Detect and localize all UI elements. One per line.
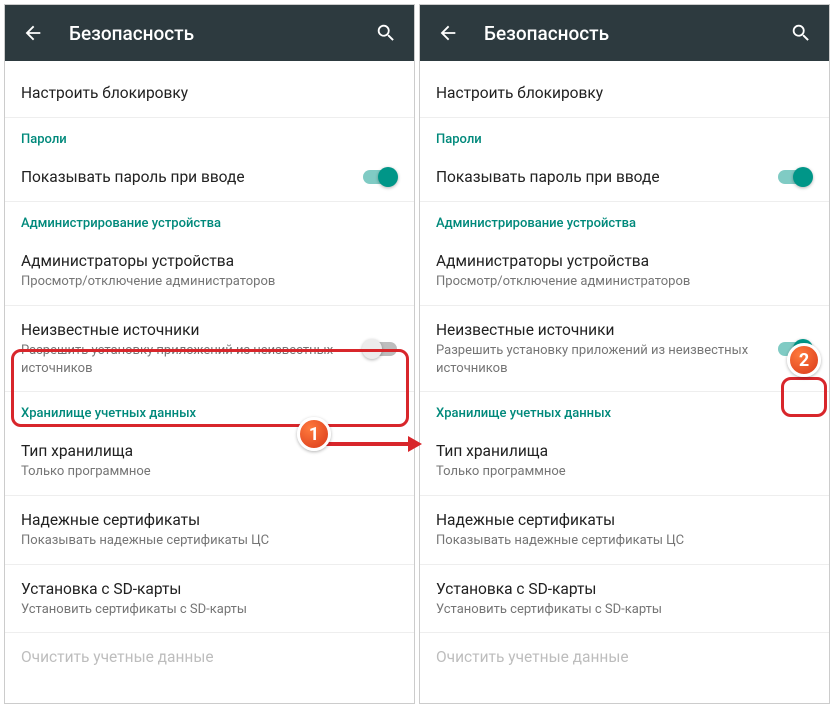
settings-list[interactable]: Настроить блокировку Пароли Показывать п… [5, 61, 414, 681]
row-unknown-sources[interactable]: Неизвестные источники Разрешить установк… [420, 306, 829, 392]
row-device-admins[interactable]: Администраторы устройства Просмотр/отклю… [5, 237, 414, 306]
search-icon[interactable] [789, 21, 813, 45]
row-storage-type[interactable]: Тип хранилища Только программное [420, 427, 829, 496]
back-icon[interactable] [21, 21, 45, 45]
toggle-show-password[interactable] [777, 167, 813, 187]
appbar: Безопасность [420, 5, 829, 61]
section-credentials: Хранилище учетных данных [420, 392, 829, 427]
row-device-admins[interactable]: Администраторы устройства Просмотр/отклю… [420, 237, 829, 306]
page-title: Безопасность [69, 22, 350, 45]
search-icon[interactable] [374, 21, 398, 45]
truncated-section-top [420, 61, 829, 69]
badge-step-2: 2 [787, 343, 821, 377]
row-configure-lock[interactable]: Настроить блокировку [5, 69, 414, 118]
toggle-unknown-sources-off[interactable] [362, 339, 398, 359]
truncated-section-top [5, 61, 414, 69]
row-sd-install[interactable]: Установка с SD-карты Установить сертифик… [5, 565, 414, 634]
screen-before: Безопасность Настроить блокировку Пароли… [4, 4, 415, 704]
row-show-password[interactable]: Показывать пароль при вводе [5, 153, 414, 202]
row-clear-creds: Очистить учетные данные [420, 633, 829, 681]
appbar: Безопасность [5, 5, 414, 61]
settings-list[interactable]: Настроить блокировку Пароли Показывать п… [420, 61, 829, 681]
row-trusted-certs[interactable]: Надежные сертификаты Показывать надежные… [420, 496, 829, 565]
section-admin: Администрирование устройства [420, 202, 829, 237]
section-admin: Администрирование устройства [5, 202, 414, 237]
page-title: Безопасность [484, 22, 765, 45]
row-clear-creds: Очистить учетные данные [5, 633, 414, 681]
toggle-show-password[interactable] [362, 167, 398, 187]
row-unknown-sources[interactable]: Неизвестные источники Разрешить установк… [5, 306, 414, 392]
row-trusted-certs[interactable]: Надежные сертификаты Показывать надежные… [5, 496, 414, 565]
screen-after: Безопасность Настроить блокировку Пароли… [419, 4, 830, 704]
section-credentials: Хранилище учетных данных [5, 392, 414, 427]
row-configure-lock[interactable]: Настроить блокировку [420, 69, 829, 118]
row-sd-install[interactable]: Установка с SD-карты Установить сертифик… [420, 565, 829, 634]
badge-step-1: 1 [297, 417, 331, 451]
section-passwords: Пароли [420, 118, 829, 153]
back-icon[interactable] [436, 21, 460, 45]
row-show-password[interactable]: Показывать пароль при вводе [420, 153, 829, 202]
section-passwords: Пароли [5, 118, 414, 153]
arrow-indicator [326, 437, 422, 451]
